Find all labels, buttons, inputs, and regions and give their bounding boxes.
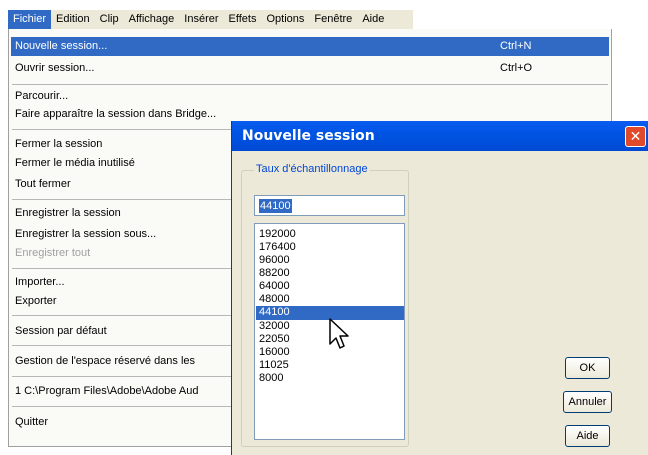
menu-item-shortcut: Ctrl+N [500,40,532,52]
menu-item-label: Nouvelle session... [15,40,108,52]
menu-inserer[interactable]: Insérer [179,10,223,29]
sample-rate-input[interactable]: 44100 [254,195,405,216]
menu-clip[interactable]: Clip [95,10,124,29]
menu-effets[interactable]: Effets [224,10,262,29]
menu-affichage[interactable]: Affichage [124,10,180,29]
sample-rate-option[interactable]: 48000 [256,293,404,306]
menu-item-new-session[interactable]: Nouvelle session... Ctrl+N [11,37,609,56]
menu-item-shortcut: Ctrl+O [500,62,533,74]
close-icon[interactable]: ✕ [625,126,646,147]
sample-rate-label: Taux d'échantillonnage [254,163,370,175]
menu-item-label: Ouvrir session... [15,62,95,74]
menu-fichier[interactable]: Fichier [8,10,52,29]
menu-fenetre[interactable]: Fenêtre [309,10,357,29]
sample-rate-input-value: 44100 [259,199,292,213]
menu-aide[interactable]: Aide [357,10,389,29]
mouse-pointer-icon [329,318,349,349]
menu-item-open-session[interactable]: Ouvrir session... Ctrl+O [11,59,609,78]
ok-button[interactable]: OK [565,357,610,379]
sample-rate-option[interactable]: 176400 [256,241,404,254]
cancel-button[interactable]: Annuler [563,391,612,413]
sample-rate-option[interactable]: 11025 [256,359,404,372]
menu-separator [12,84,608,85]
sample-rate-option[interactable]: 8000 [256,372,404,385]
sample-rate-option[interactable]: 96000 [256,254,404,267]
sample-rate-option[interactable]: 64000 [256,280,404,293]
menu-bar: Fichier Edition Clip Affichage Insérer E… [0,0,648,30]
sample-rate-option[interactable]: 192000 [256,228,404,241]
menu-edition[interactable]: Edition [51,10,95,29]
menu-options[interactable]: Options [261,10,309,29]
dialog-title-bar[interactable]: Nouvelle session ✕ [232,121,648,151]
menu-item-browse[interactable]: Parcourir... [11,87,609,106]
help-button[interactable]: Aide [565,425,610,447]
dialog-title: Nouvelle session [242,128,375,144]
menu-bar-items: Fichier Edition Clip Affichage Insérer E… [8,10,413,29]
new-session-dialog: Nouvelle session ✕ Taux d'échantillonnag… [231,121,648,455]
sample-rate-option[interactable]: 88200 [256,267,404,280]
